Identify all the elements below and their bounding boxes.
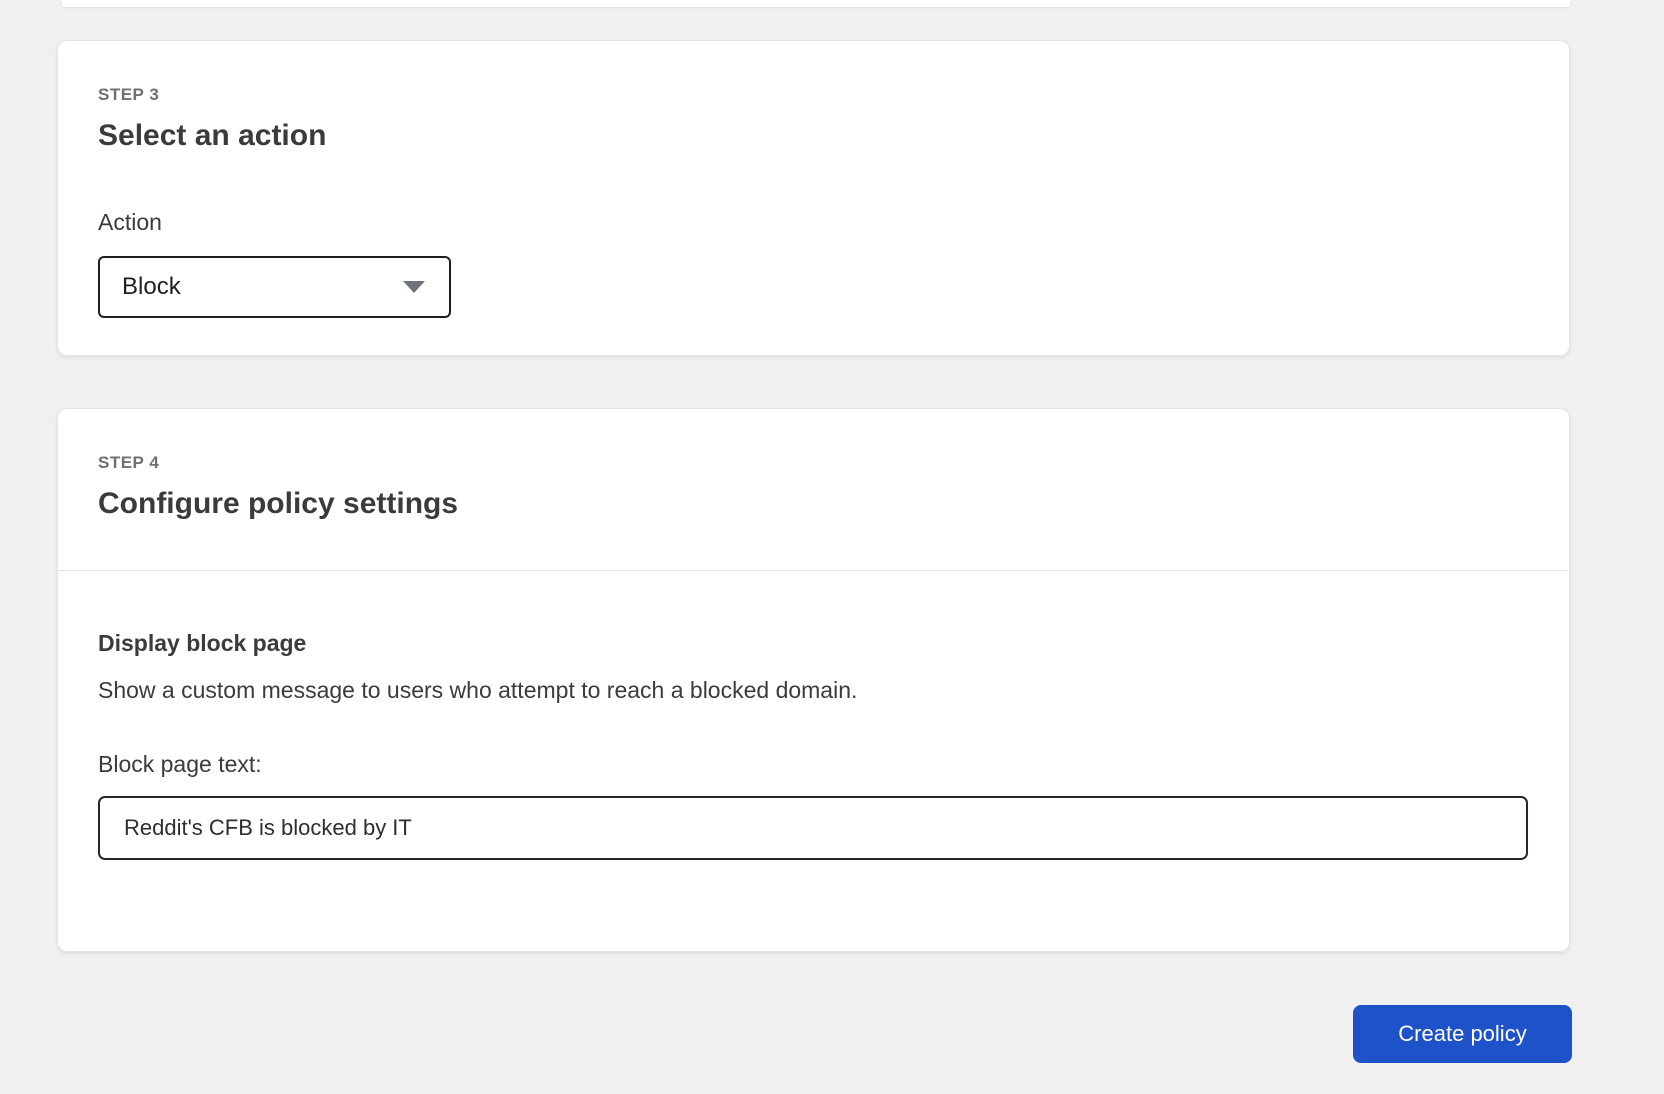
step3-title: Select an action <box>98 119 327 152</box>
step4-card: STEP 4 Configure policy settings Display… <box>57 408 1570 952</box>
policy-builder-page: { "cards": { "step3": { "step_label": "S… <box>0 0 1664 1094</box>
create-policy-button[interactable]: Create policy <box>1353 1005 1572 1063</box>
step4-card-header: STEP 4 Configure policy settings <box>58 409 1569 571</box>
block-page-text-input[interactable] <box>98 796 1528 860</box>
display-block-page-heading: Display block page <box>98 630 307 656</box>
display-block-page-description: Show a custom message to users who attem… <box>98 677 858 703</box>
action-select-value: Block <box>122 273 181 300</box>
action-select[interactable]: Block <box>98 256 451 318</box>
step3-card-content: STEP 3 Select an action Action Block <box>58 41 1569 358</box>
block-page-text-label: Block page text: <box>98 751 262 777</box>
step4-title: Configure policy settings <box>98 487 459 520</box>
scrolled-panel-bottom-edge <box>62 0 1570 7</box>
step3-label: STEP 3 <box>98 85 160 104</box>
step4-card-body: Display block page Show a custom message… <box>58 571 1569 860</box>
step3-card: STEP 3 Select an action Action Block <box>57 40 1570 356</box>
chevron-down-icon <box>403 281 425 293</box>
action-field-label: Action <box>98 209 162 235</box>
step4-label: STEP 4 <box>98 453 160 472</box>
